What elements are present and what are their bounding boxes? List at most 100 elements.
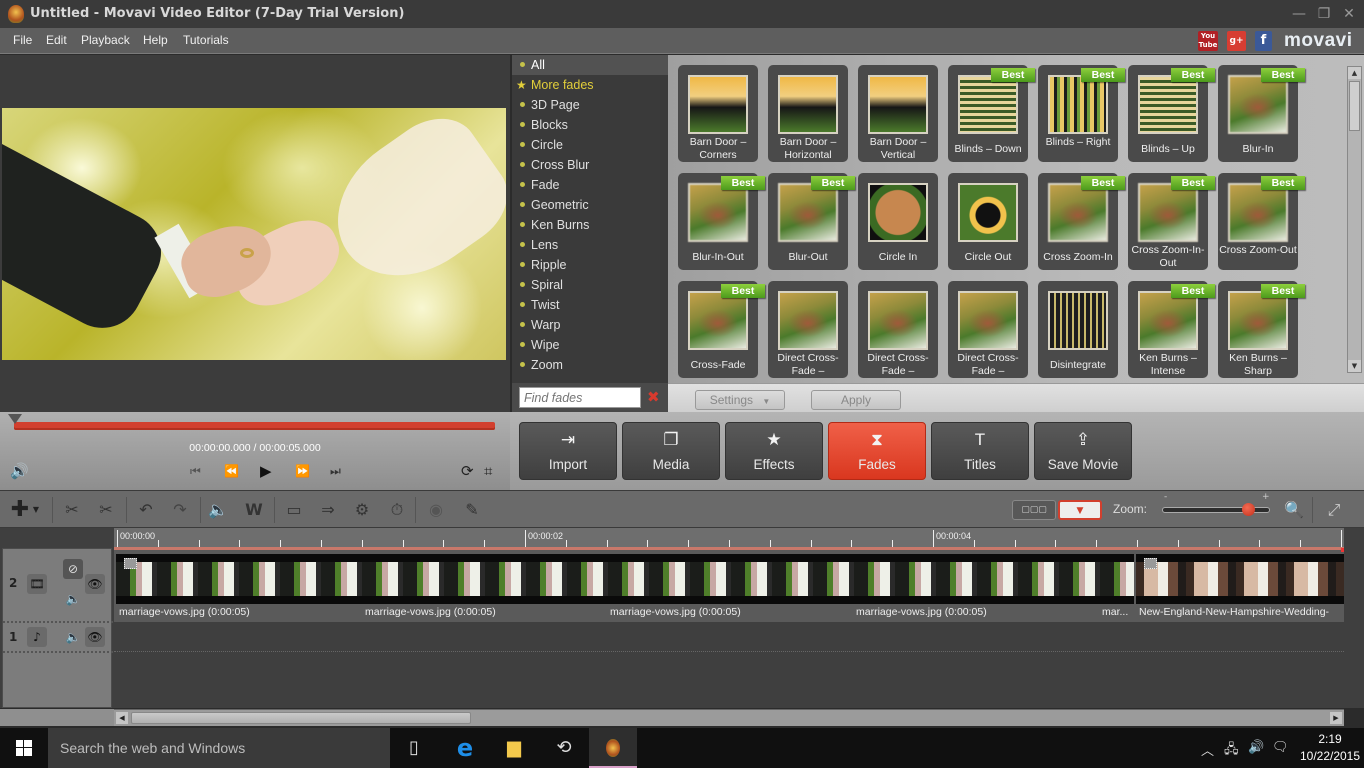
restore-button[interactable]: ❐ xyxy=(1313,4,1335,24)
fade-tile[interactable]: Direct Cross-Fade – xyxy=(858,281,938,378)
category-item[interactable]: Circle xyxy=(512,135,668,155)
rewind-button[interactable]: ⏪ xyxy=(224,464,239,478)
menu-edit[interactable]: Edit xyxy=(46,33,67,47)
fade-tile[interactable]: Best Ken Burns – Sharp xyxy=(1218,281,1305,378)
hide-track-icon[interactable]: ⊘ xyxy=(63,559,83,579)
menu-tutorials[interactable]: Tutorials xyxy=(183,33,229,47)
apply-button[interactable]: Apply xyxy=(811,390,901,410)
eye-icon[interactable]: 👁 xyxy=(85,574,105,594)
menu-playback[interactable]: Playback xyxy=(81,33,130,47)
fade-tile[interactable]: Best Blur-In-Out xyxy=(678,173,765,270)
category-item[interactable]: Warp xyxy=(512,315,668,335)
toolbar-media-button[interactable]: ❐ Media xyxy=(622,422,720,480)
video-clip[interactable] xyxy=(1136,554,1344,604)
task-view-icon[interactable]: ▯ xyxy=(390,728,438,768)
edit-image-icon[interactable]: ✎ xyxy=(460,500,484,520)
action-center-icon[interactable]: 🗨 xyxy=(1272,740,1289,755)
toolbar-titles-button[interactable]: T Titles xyxy=(931,422,1029,480)
system-clock[interactable]: 2:19 10/22/2015 xyxy=(1298,731,1362,765)
scroll-up-arrow[interactable]: ▲ xyxy=(1348,67,1361,79)
youtube-icon[interactable]: You Tube xyxy=(1198,31,1218,51)
toolbar-save-movie-button[interactable]: ⇪ Save Movie xyxy=(1034,422,1132,480)
volume-tray-icon[interactable]: 🔊 xyxy=(1248,740,1264,755)
rotate-right-icon[interactable]: ↷ xyxy=(168,500,192,520)
transition-icon[interactable]: ⇒ xyxy=(316,500,340,520)
fast-forward-button[interactable]: ⏩ xyxy=(295,464,310,478)
add-icon[interactable]: ✚ xyxy=(8,499,32,521)
start-button[interactable] xyxy=(0,728,48,768)
clear-search-icon[interactable]: ✖ xyxy=(647,388,660,406)
scroll-thumb[interactable] xyxy=(1349,81,1360,131)
minimize-button[interactable]: — xyxy=(1288,4,1310,24)
edge-icon[interactable]: e xyxy=(441,728,489,768)
category-item[interactable]: Ripple xyxy=(512,255,668,275)
eye-icon[interactable]: 👁 xyxy=(85,627,105,647)
timeline-ruler[interactable]: 00:00:00 00:00:02 00:00:04 xyxy=(114,528,1344,548)
go-to-start-button[interactable]: ⏮ xyxy=(190,464,201,479)
fade-tile[interactable]: Best Cross-Fade xyxy=(678,281,765,378)
volume-icon[interactable]: 🔊 xyxy=(10,462,29,480)
show-hidden-icons[interactable]: ︿ xyxy=(1201,740,1214,759)
category-item[interactable]: Wipe xyxy=(512,335,668,355)
category-item[interactable]: 3D Page xyxy=(512,95,668,115)
network-icon[interactable]: 🖧 xyxy=(1224,740,1239,762)
storyboard-view-toggle[interactable]: ▢▢▢ xyxy=(1012,500,1056,520)
fade-tile[interactable]: Best Blinds – Up xyxy=(1128,65,1215,162)
fade-tile[interactable]: Best Ken Burns – Intense xyxy=(1128,281,1215,378)
timeline-scroll-thumb[interactable] xyxy=(131,712,471,724)
fade-tile[interactable]: Best Cross Zoom-In-Out xyxy=(1128,173,1215,270)
movavi-taskbar-icon[interactable] xyxy=(589,728,637,768)
app-icon-spinner[interactable]: ⟲ xyxy=(540,728,588,768)
category-item[interactable]: Blocks xyxy=(512,115,668,135)
google-plus-icon[interactable]: g+ xyxy=(1227,31,1246,51)
fade-tile[interactable]: Best Blinds – Right xyxy=(1038,65,1125,162)
category-item[interactable]: Zoom xyxy=(512,355,668,375)
menu-help[interactable]: Help xyxy=(143,33,168,47)
play-button[interactable]: ▶ xyxy=(260,462,272,480)
category-item[interactable]: Ken Burns xyxy=(512,215,668,235)
rotate-left-icon[interactable]: ↶ xyxy=(134,500,158,520)
close-button[interactable]: ✕ xyxy=(1338,4,1360,24)
file-explorer-icon[interactable]: ▆ xyxy=(490,728,538,768)
toolbar-effects-button[interactable]: ★ Effects xyxy=(725,422,823,480)
rotate-icon[interactable]: ⟳ xyxy=(461,462,474,480)
category-item[interactable]: Twist xyxy=(512,295,668,315)
fade-tile[interactable]: Circle Out xyxy=(948,173,1028,270)
record-audio-icon[interactable]: 🔈 xyxy=(206,500,230,520)
clip-properties-icon[interactable]: ▭ xyxy=(282,500,306,520)
scroll-down-arrow[interactable]: ▼ xyxy=(1348,360,1361,372)
fade-tile[interactable]: Barn Door – Vertical xyxy=(858,65,938,162)
video-clip[interactable] xyxy=(116,554,1134,604)
menu-file[interactable]: File xyxy=(13,33,32,47)
category-item[interactable]: Cross Blur xyxy=(512,155,668,175)
category-item[interactable]: Spiral xyxy=(512,275,668,295)
fade-tile[interactable]: Best Blur-Out xyxy=(768,173,855,270)
watermark-icon[interactable]: W xyxy=(242,500,266,520)
settings-dropdown[interactable]: Settings ▼ xyxy=(695,390,785,410)
scroll-left-arrow[interactable]: ◀ xyxy=(116,712,128,724)
fade-tile[interactable]: Circle In xyxy=(858,173,938,270)
split-icon[interactable]: ✂ xyxy=(60,500,84,520)
category-item[interactable]: Geometric xyxy=(512,195,668,215)
add-dropdown-icon[interactable]: ▼ xyxy=(30,500,42,520)
zoom-fit-icon[interactable]: 🔍 xyxy=(1282,500,1306,520)
scroll-right-arrow[interactable]: ▶ xyxy=(1330,712,1342,724)
playhead-handle[interactable] xyxy=(8,414,22,424)
category-item[interactable]: Lens xyxy=(512,235,668,255)
fullscreen-icon[interactable]: ⤢ xyxy=(1322,500,1346,520)
gallery-scrollbar[interactable]: ▲ ▼ xyxy=(1347,66,1362,373)
go-to-end-button[interactable]: ⏭ xyxy=(330,464,341,479)
fade-tile[interactable]: Best Cross Zoom-Out xyxy=(1218,173,1305,270)
category-item[interactable]: Fade xyxy=(512,175,668,195)
movavi-logo[interactable]: movavi xyxy=(1284,30,1352,52)
webcam-icon[interactable]: ◉ xyxy=(424,500,448,520)
taskbar-search[interactable]: Search the web and Windows xyxy=(48,728,390,768)
fade-tile[interactable]: Disintegrate xyxy=(1038,281,1118,378)
fade-tile[interactable]: Barn Door – Corners xyxy=(678,65,758,162)
fade-tile[interactable]: Best Cross Zoom-In xyxy=(1038,173,1125,270)
timeline-scrollbar[interactable]: ◀ ▶ xyxy=(114,709,1344,726)
mute-icon[interactable]: 🔈 xyxy=(63,589,83,609)
zoom-slider-handle[interactable] xyxy=(1242,503,1256,516)
video-track[interactable]: marriage-vows.jpg (0:00:05) marriage-vows… xyxy=(114,550,1344,622)
timeline-view-toggle[interactable]: ▼ xyxy=(1058,500,1102,520)
